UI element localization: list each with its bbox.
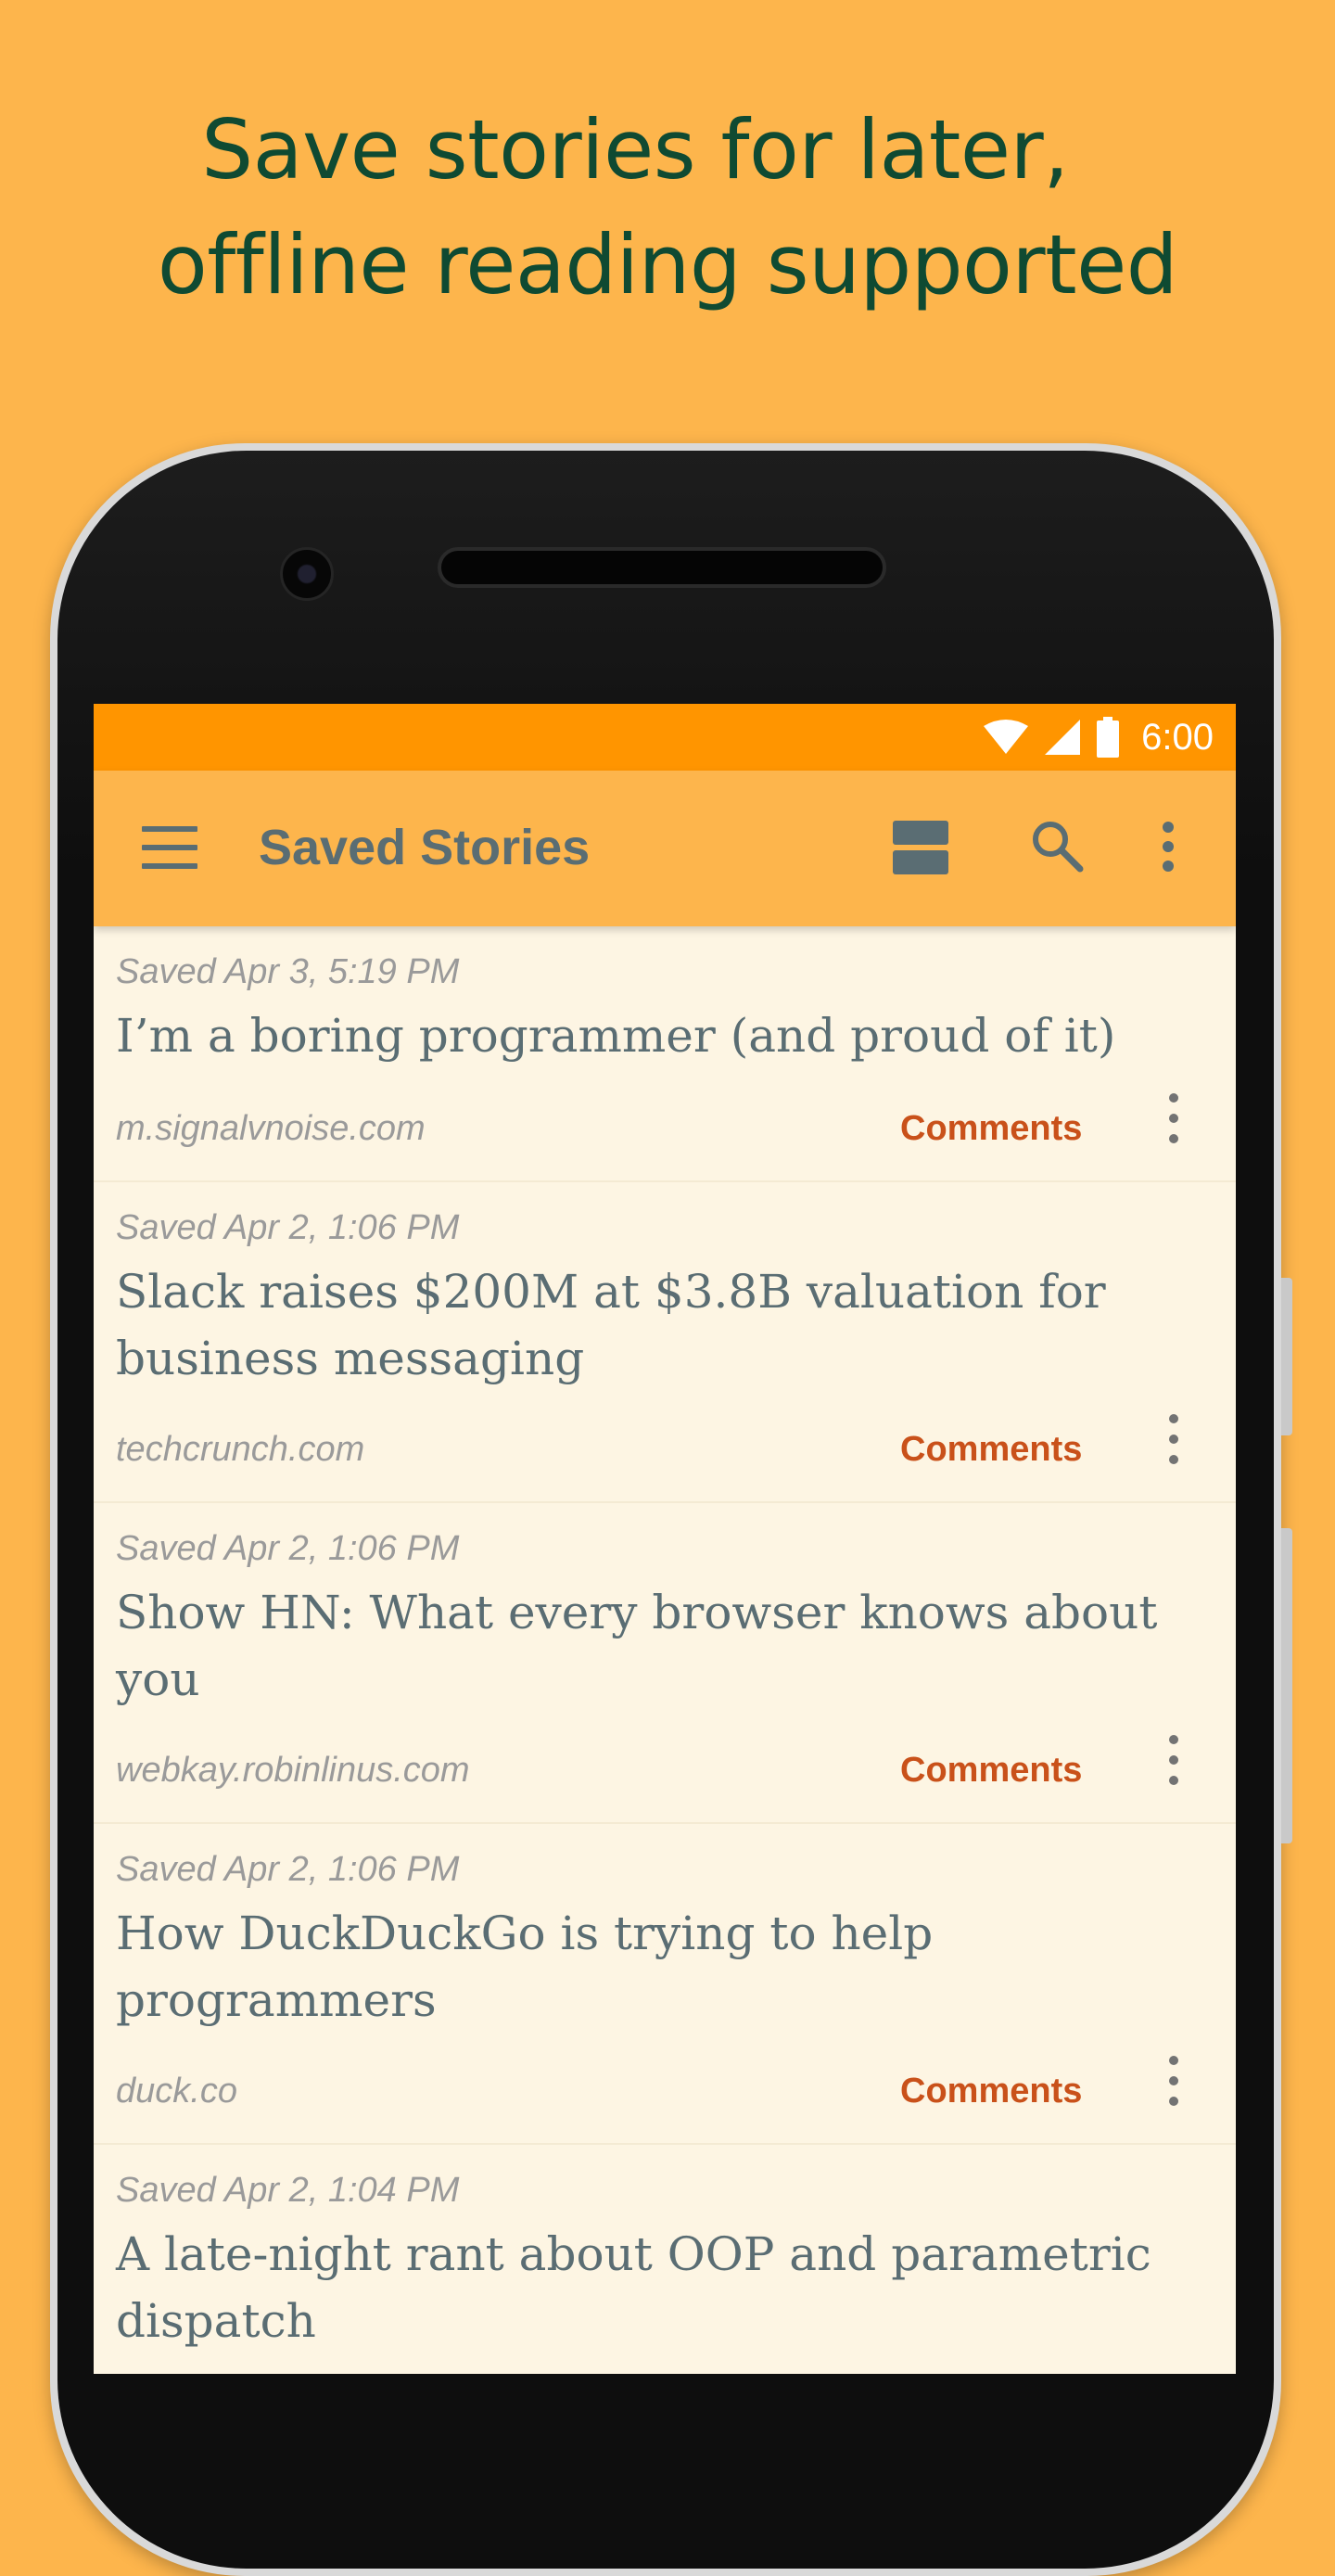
story-more-icon[interactable] xyxy=(1169,1735,1180,1785)
story-title[interactable]: Slack raises $200M at $3.8B valuation fo… xyxy=(116,1258,1191,1392)
battery-icon xyxy=(1097,717,1120,758)
story-saved-date: Saved Apr 3, 5:19 PM xyxy=(116,952,460,991)
power-button xyxy=(1281,1528,1292,1843)
signal-icon xyxy=(1045,720,1081,755)
headline-line-2: offline reading supported xyxy=(157,217,1178,312)
search-icon[interactable] xyxy=(1030,819,1084,873)
view-toggle-icon[interactable] xyxy=(893,821,948,874)
story-item[interactable]: Saved Apr 2, 1:06 PM How DuckDuckGo is t… xyxy=(94,1824,1236,2145)
story-saved-date: Saved Apr 2, 1:04 PM xyxy=(116,2171,460,2210)
story-item[interactable]: Saved Apr 2, 1:06 PM Show HN: What every… xyxy=(94,1503,1236,1824)
overflow-menu-icon[interactable] xyxy=(1162,821,1175,873)
story-item[interactable]: Saved Apr 2, 1:04 PM A late-night rant a… xyxy=(94,2145,1236,2374)
app-screen: 6:00 Saved Stories Saved Apr 3, 5:19 PM … xyxy=(94,704,1236,2374)
story-title[interactable]: How DuckDuckGo is trying to help program… xyxy=(116,1900,1191,2034)
wifi-icon xyxy=(984,720,1029,754)
story-saved-date: Saved Apr 2, 1:06 PM xyxy=(116,1529,460,1568)
app-toolbar: Saved Stories xyxy=(94,771,1236,926)
story-domain: m.signalvnoise.com xyxy=(116,1109,426,1148)
headline-line-1: Save stories for later, xyxy=(201,102,1069,198)
story-more-icon[interactable] xyxy=(1169,1093,1180,1143)
comments-button[interactable]: Comments xyxy=(900,1109,1082,1149)
story-saved-date: Saved Apr 2, 1:06 PM xyxy=(116,1850,460,1889)
headline: Save stories for later, offline reading … xyxy=(0,93,1335,323)
story-item[interactable]: Saved Apr 3, 5:19 PM I’m a boring progra… xyxy=(94,926,1236,1182)
comments-button[interactable]: Comments xyxy=(900,1430,1082,1470)
toolbar-title: Saved Stories xyxy=(259,820,591,875)
story-more-icon[interactable] xyxy=(1169,2056,1180,2106)
story-item[interactable]: Saved Apr 2, 1:06 PM Slack raises $200M … xyxy=(94,1182,1236,1503)
story-title[interactable]: Show HN: What every browser knows about … xyxy=(116,1579,1191,1713)
menu-icon[interactable] xyxy=(142,826,197,869)
story-title[interactable]: A late-night rant about OOP and parametr… xyxy=(116,2221,1191,2354)
story-title[interactable]: I’m a boring programmer (and proud of it… xyxy=(116,1002,1191,1069)
status-time: 6:00 xyxy=(1141,716,1214,758)
volume-button xyxy=(1281,1278,1292,1435)
story-saved-date: Saved Apr 2, 1:06 PM xyxy=(116,1208,460,1247)
comments-button[interactable]: Comments xyxy=(900,1751,1082,1791)
status-bar: 6:00 xyxy=(94,704,1236,771)
story-domain: techcrunch.com xyxy=(116,1430,365,1469)
camera-icon xyxy=(280,547,334,601)
story-domain: webkay.robinlinus.com xyxy=(116,1751,470,1790)
story-more-icon[interactable] xyxy=(1169,1414,1180,1464)
comments-button[interactable]: Comments xyxy=(900,2072,1082,2111)
story-domain: duck.co xyxy=(116,2072,237,2111)
speaker-grille xyxy=(438,547,886,588)
story-list: Saved Apr 3, 5:19 PM I’m a boring progra… xyxy=(94,926,1236,2374)
